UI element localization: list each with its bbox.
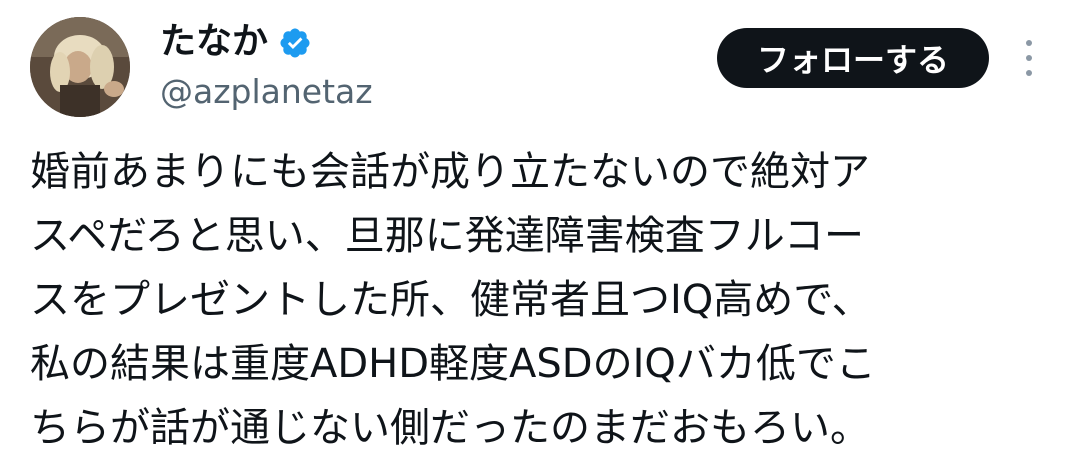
author-display-name-row[interactable]: たなか: [160, 18, 312, 66]
tweet-line: スをプレゼントした所、健常者且つIQ高めで、: [30, 277, 872, 323]
more-options-icon[interactable]: [1018, 40, 1040, 76]
author-display-name[interactable]: たなか: [160, 18, 268, 66]
tweet-text: 婚前あまりにも会話が成り立たないので絶対ア スペだろと思い、旦那に発達障害検査フ…: [30, 140, 1060, 460]
tweet-line: ちらが話が通じない側だったのまだおもろい。: [30, 405, 870, 451]
more-dot: [1026, 40, 1032, 46]
profile-photo: [30, 17, 130, 117]
verified-badge-icon: [278, 25, 312, 59]
avatar[interactable]: [30, 17, 130, 117]
tweet-line: 私の結果は重度ADHD軽度ASDのIQバカ低でこ: [30, 341, 876, 387]
tweet-line: スペだろと思い、旦那に発達障害検査フルコー: [30, 213, 864, 259]
follow-button[interactable]: フォローする: [717, 28, 989, 88]
more-dot: [1026, 55, 1032, 61]
more-dot: [1026, 70, 1032, 76]
author-handle[interactable]: @azplanetaz: [160, 70, 373, 114]
tweet-line: 婚前あまりにも会話が成り立たないので絶対ア: [30, 149, 870, 195]
